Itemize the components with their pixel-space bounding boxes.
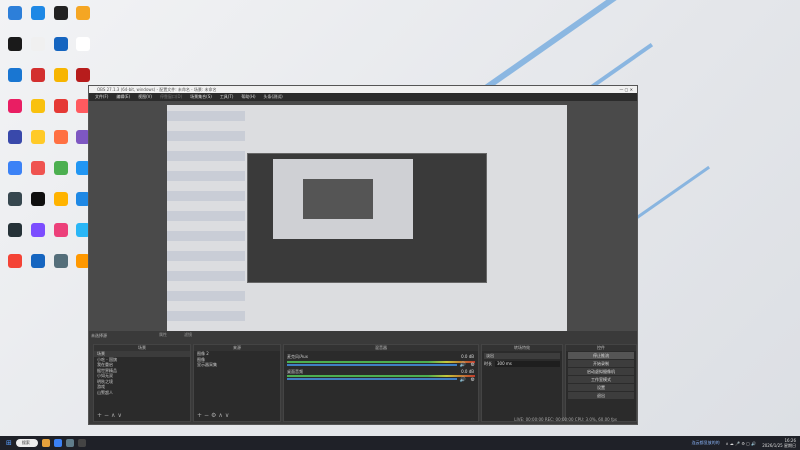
desktop-app-icon[interactable] (54, 161, 68, 175)
start-icon[interactable]: ⊞ (6, 439, 12, 447)
menu-bar: 文件(F) 编辑(E) 视图(V) 停靠窗口(D) 场景集合(S) 工具(T) … (89, 93, 637, 101)
title-bar: OBS 27.1.3 (64-bit, windows) - 配置文件: 未命名… (89, 86, 637, 93)
desktop-app-icon[interactable] (31, 130, 45, 144)
gear-icon[interactable]: ⚙ (471, 362, 475, 368)
desktop-app-icon[interactable] (54, 99, 68, 113)
menu-scene-collection[interactable]: 场景集合(S) (190, 93, 212, 101)
desktop-app-icon[interactable] (54, 6, 68, 20)
scenes-panel: 场景 场景 小吃 - 国旗 我在重启 据世界精品 小如无双 明秋之境 游戏 山警超人 +−∧∨ (93, 344, 191, 422)
taskbar-app-icon[interactable] (41, 439, 50, 447)
search-box[interactable]: 搜索 (15, 439, 38, 447)
nested-obs-preview (247, 153, 487, 283)
menu-beta[interactable]: 头条(测试) (264, 93, 283, 101)
window-title: OBS 27.1.3 (64-bit, windows) - 配置文件: 未命名… (97, 87, 217, 92)
desktop-app-icon[interactable] (8, 130, 22, 144)
control-button[interactable]: 工作室模式 (568, 376, 634, 383)
desktop-app-icon[interactable] (31, 223, 45, 237)
nested-desktop-icons (167, 105, 245, 331)
taskbar-app-icon[interactable] (65, 439, 74, 447)
mixer-channel: 桌面音频 0.0 dB 🔊 ⚙ (284, 368, 478, 383)
no-source-label: 未选择源 (91, 333, 107, 338)
preview-capture (167, 105, 567, 331)
properties-button[interactable]: 属性 (159, 332, 167, 338)
mixer-channel: 麦克风/Aux 0.0 dB 🔊 ⚙ (284, 354, 478, 368)
mixer-header: 混音器 (284, 345, 478, 351)
desktop-app-icon[interactable] (8, 99, 22, 113)
menu-edit[interactable]: 编辑(E) (116, 93, 130, 101)
preview-area[interactable] (89, 101, 637, 331)
desktop-app-icon[interactable] (8, 161, 22, 175)
desktop-app-icon[interactable] (31, 6, 45, 20)
clock-date[interactable]: 2026/1/25 星期日 (762, 443, 796, 448)
control-button[interactable]: 启动虚拟摄像机 (568, 368, 634, 375)
desktop-app-icon[interactable] (76, 37, 90, 51)
menu-view[interactable]: 视图(V) (138, 93, 152, 101)
desktop-app-icon[interactable] (31, 254, 45, 268)
desktop-app-icon[interactable] (31, 192, 45, 206)
status-bar: LIVE: 00:00:00 REC: 00:00:00 CPU: 3.0%, … (514, 417, 617, 422)
control-button[interactable]: 退出 (568, 392, 634, 399)
desktop-app-icon[interactable] (54, 130, 68, 144)
filters-button[interactable]: 滤镜 (184, 332, 192, 338)
desktop-app-icon[interactable] (8, 68, 22, 82)
desktop-app-icon[interactable] (8, 254, 22, 268)
source-item[interactable]: 显示器采集 (194, 362, 280, 368)
taskbar: ⊞ 搜索 连云都显放的的 ∧ ☁ 🎤 ⚙ ▢ 🔊 16:26 2026/1/25… (0, 436, 800, 450)
desktop-app-icon[interactable] (8, 6, 22, 20)
taskbar-obs-icon[interactable] (77, 439, 86, 447)
desktop-app-icon[interactable] (54, 254, 68, 268)
channel-name: 桌面音频 (287, 368, 303, 374)
desktop-app-icon[interactable] (31, 37, 45, 51)
desktop-app-icon[interactable] (76, 6, 90, 20)
channel-name: 麦克风/Aux (287, 354, 308, 359)
control-button[interactable]: 停止推流 (568, 352, 634, 359)
scene-item[interactable]: 山警超人 (94, 390, 190, 396)
channel-db: 0.0 dB (461, 368, 474, 374)
desktop-app-icon[interactable] (8, 37, 22, 51)
desktop-app-icon[interactable] (54, 223, 68, 237)
nested-capture (273, 159, 413, 239)
desktop-app-icon[interactable] (8, 192, 22, 206)
sources-panel: 来源 图像 2 图像 显示器采集 +−⚙∧∨ (193, 344, 281, 422)
menu-file[interactable]: 文件(F) (95, 93, 108, 101)
desktop-app-icon[interactable] (31, 68, 45, 82)
desktop-app-icon[interactable] (54, 37, 68, 51)
controls-panel: 控件 停止推流 开始录制 启动虚拟摄像机 工作室模式 设置 退出 (565, 344, 637, 422)
duration-input[interactable]: 300 ms (495, 361, 560, 367)
desktop-app-icon[interactable] (54, 68, 68, 82)
taskbar-app-icon[interactable] (53, 439, 62, 447)
menu-tools[interactable]: 工具(T) (220, 93, 234, 101)
gear-icon[interactable]: ⚙ (471, 377, 475, 383)
speaker-icon[interactable]: 🔊 (460, 377, 466, 383)
obs-window: OBS 27.1.3 (64-bit, windows) - 配置文件: 未命名… (88, 85, 638, 425)
control-button[interactable]: 开始录制 (568, 360, 634, 367)
desktop-app-icon[interactable] (76, 68, 90, 82)
volume-slider[interactable] (287, 363, 457, 366)
system-tray: 连云都显放的的 ∧ ☁ 🎤 ⚙ ▢ 🔊 16:26 2026/1/25 星期日 (692, 436, 796, 450)
controls-header: 控件 (566, 345, 636, 351)
transitions-header: 转场特效 (482, 345, 562, 351)
desktop-app-icon[interactable] (31, 161, 45, 175)
control-button[interactable]: 设置 (568, 384, 634, 391)
mixer-panel: 混音器 麦克风/Aux 0.0 dB 🔊 ⚙ 桌面音频 0.0 dB 🔊 ⚙ (283, 344, 479, 422)
volume-meter (287, 360, 475, 363)
channel-db: 0.0 dB (461, 354, 474, 359)
volume-slider[interactable] (287, 378, 457, 380)
menu-help[interactable]: 帮助(H) (241, 93, 255, 101)
menu-docks[interactable]: 停靠窗口(D) (160, 93, 182, 101)
duration-label: 时长 (484, 361, 492, 366)
transition-select[interactable]: 淡出 (484, 353, 560, 359)
transitions-panel: 转场特效 淡出 时长 300 ms (481, 344, 563, 422)
desktop-app-icon[interactable] (54, 192, 68, 206)
tray-icons[interactable]: ∧ ☁ 🎤 ⚙ ▢ 🔊 (726, 441, 757, 446)
window-controls[interactable]: — ▢ ✕ (619, 86, 633, 93)
volume-meter (287, 375, 475, 377)
desktop-app-icon[interactable] (31, 99, 45, 113)
speaker-icon[interactable]: 🔊 (460, 362, 466, 368)
tray-notice[interactable]: 连云都显放的的 (692, 440, 720, 446)
desktop-app-icon[interactable] (8, 223, 22, 237)
